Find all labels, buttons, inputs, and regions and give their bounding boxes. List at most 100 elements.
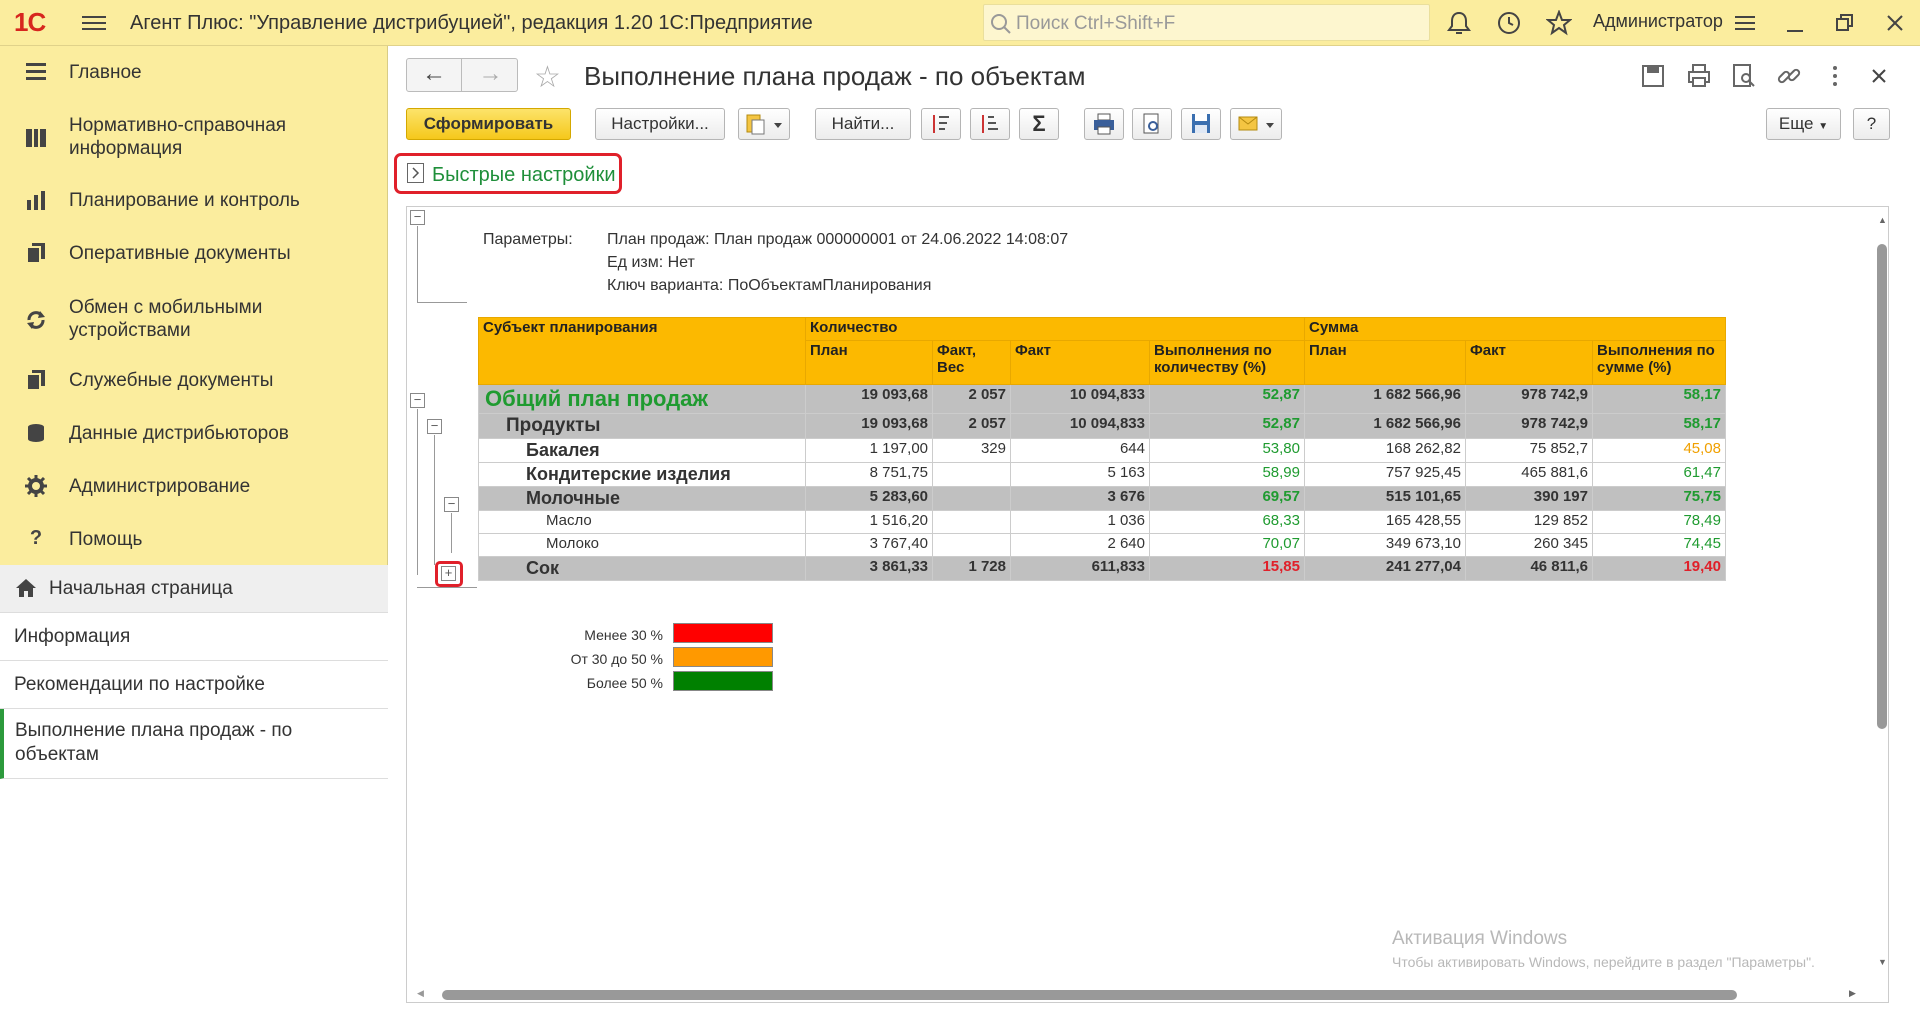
nav-item-recommendations[interactable]: Рекомендации по настройке <box>0 661 388 709</box>
sidebar-item-main[interactable]: Главное <box>0 60 388 90</box>
printer-icon <box>1094 113 1114 135</box>
preview-icon[interactable] <box>1731 63 1757 89</box>
variant-dropdown-button[interactable] <box>738 108 790 140</box>
table-row-group[interactable]: Молочные 5 283,60 3 676 69,57 515 101,65 39… <box>478 486 1726 511</box>
table-row[interactable]: Молоко 3 767,40 2 640 70,07 349 673,10 260 … <box>478 533 1726 557</box>
dropdown-arrow-icon: ▼ <box>1818 121 1829 132</box>
favorite-star-icon[interactable]: ☆ <box>534 60 561 95</box>
collapse-icon[interactable]: − <box>444 497 459 512</box>
save-button[interactable] <box>1181 108 1221 140</box>
horizontal-scrollbar[interactable]: ◀ ▶ <box>407 985 1875 1002</box>
scroll-left-icon[interactable]: ◀ <box>417 988 424 999</box>
param-line: План продаж: План продаж 000000001 от 24… <box>607 231 1069 248</box>
vertical-scroll-thumb[interactable] <box>1877 244 1887 729</box>
generate-button[interactable]: Сформировать <box>406 108 571 140</box>
table-row[interactable]: Масло 1 516,20 1 036 68,33 165 428,55 129 8… <box>478 510 1726 534</box>
sidebar-item-planning[interactable]: Планирование и контроль <box>0 188 388 218</box>
sort-asc-button[interactable] <box>921 108 961 140</box>
header-sum: Сумма <box>1304 317 1726 341</box>
search-input[interactable]: Поиск Ctrl+Shift+F <box>983 4 1430 41</box>
nav-item-sales-plan[interactable]: Выполнение плана продаж - по объектам <box>0 709 388 779</box>
sidebar-item-mobile-exchange[interactable]: Обмен с мобильными устройствами <box>0 296 388 348</box>
menu-lines-icon <box>26 63 46 80</box>
help-button[interactable]: ? <box>1853 108 1890 140</box>
chevron-right-icon <box>407 163 424 183</box>
collapse-icon[interactable]: − <box>427 419 442 434</box>
bar-chart-icon <box>27 191 45 210</box>
scroll-down-icon[interactable]: ▼ <box>1878 957 1887 967</box>
title-bar: 1С Агент Плюс: "Управление дистрибуцией"… <box>0 0 1920 46</box>
header-fact-weight: Факт, Вес <box>932 340 1011 385</box>
floppy-icon <box>1192 114 1210 133</box>
forward-button[interactable]: → <box>463 59 518 91</box>
legend-label: От 30 до 50 % <box>570 651 663 667</box>
legend-swatch-orange <box>673 647 773 667</box>
header-exec-qty: Выполнения по количеству (%) <box>1149 340 1305 385</box>
app-title: Агент Плюс: "Управление дистрибуцией", р… <box>130 12 813 34</box>
horizontal-scroll-thumb[interactable] <box>442 990 1737 1000</box>
header-fact: Факт <box>1010 340 1150 385</box>
database-icon <box>28 424 44 442</box>
save-icon[interactable] <box>1640 63 1666 89</box>
more-button[interactable]: Еще ▼ <box>1766 108 1841 140</box>
expand-icon[interactable]: + <box>441 566 456 581</box>
sidebar-item-help[interactable]: ? Помощь <box>0 527 388 557</box>
header-exec-sum: Выполнения по сумме (%) <box>1592 340 1726 385</box>
table-row-total[interactable]: Общий план продаж 19 093,68 2 057 10 094,8… <box>478 384 1726 414</box>
star-icon[interactable] <box>1546 10 1572 36</box>
print-button[interactable] <box>1084 108 1124 140</box>
sort-icon <box>933 115 949 133</box>
header-quantity: Количество <box>805 317 1305 341</box>
param-line: Ед изм: Нет <box>607 254 695 271</box>
back-button[interactable]: ← <box>407 59 462 91</box>
sidebar-item-service-docs[interactable]: Служебные документы <box>0 368 388 398</box>
send-email-button[interactable] <box>1230 108 1282 140</box>
sidebar-item-reference[interactable]: Нормативно-справочная информация <box>0 114 388 166</box>
sidebar-item-administration[interactable]: Администрирование <box>0 474 388 504</box>
preview-button[interactable] <box>1132 108 1172 140</box>
table-row[interactable]: Кондитерские изделия 8 751,75 5 163 58,99… <box>478 462 1726 487</box>
more-vertical-icon[interactable] <box>1822 63 1848 89</box>
table-row-group[interactable]: Сок 3 861,33 1 728 611,833 15,85 241 277,04… <box>478 556 1726 581</box>
magnifier-doc-icon <box>1143 113 1159 134</box>
main-menu-icon[interactable] <box>82 12 106 32</box>
search-icon <box>991 14 1011 34</box>
scroll-right-icon[interactable]: ▶ <box>1849 988 1856 999</box>
print-icon[interactable] <box>1686 63 1712 89</box>
header-fact-sum: Факт <box>1465 340 1593 385</box>
link-icon[interactable] <box>1776 63 1802 89</box>
report-spreadsheet[interactable]: − Параметры: План продаж: План продаж 00… <box>406 206 1889 1003</box>
documents-icon <box>26 243 45 264</box>
sidebar-item-operational-docs[interactable]: Оперативные документы <box>0 241 388 271</box>
param-line: Ключ варианта: ПоОбъектамПланирования <box>607 277 932 294</box>
table-row[interactable]: Бакалея 1 197,00 329 644 53,80 168 262,82 75… <box>478 438 1726 463</box>
nav-item-info[interactable]: Информация <box>0 613 388 661</box>
settings-button[interactable]: Настройки... <box>595 108 725 140</box>
restore-icon[interactable] <box>1833 11 1857 35</box>
quick-settings-toggle[interactable]: Быстрые настройки <box>394 153 622 194</box>
nav-item-home[interactable]: Начальная страница <box>0 565 388 613</box>
collapse-icon[interactable]: − <box>410 393 425 408</box>
home-icon <box>16 579 36 597</box>
collapse-icon[interactable]: − <box>410 210 425 225</box>
close-form-icon[interactable] <box>1866 63 1892 89</box>
page-title: Выполнение плана продаж - по объектам <box>584 61 1086 91</box>
table-row-group[interactable]: Продукты 19 093,68 2 057 10 094,833 52,87 1… <box>478 413 1726 439</box>
user-name[interactable]: Администратор <box>1593 11 1723 32</box>
minimize-icon[interactable] <box>1783 11 1807 35</box>
history-icon[interactable] <box>1496 10 1522 36</box>
find-button[interactable]: Найти... <box>815 108 911 140</box>
bell-icon[interactable] <box>1446 10 1472 36</box>
grid-icon <box>26 129 46 147</box>
1c-logo: 1С <box>14 7 46 37</box>
sigma-icon: Σ <box>1032 111 1046 136</box>
sidebar-item-distributor-data[interactable]: Данные дистрибьюторов <box>0 421 388 451</box>
sum-button[interactable]: Σ <box>1019 108 1059 140</box>
sort-desc-button[interactable] <box>970 108 1010 140</box>
settings-lines-icon[interactable] <box>1733 11 1757 35</box>
scroll-up-icon[interactable]: ▲ <box>1878 215 1887 225</box>
legend-label: Менее 30 % <box>584 627 663 643</box>
legend-swatch-red <box>673 623 773 643</box>
question-icon: ? <box>29 527 43 549</box>
close-icon[interactable] <box>1883 11 1907 35</box>
